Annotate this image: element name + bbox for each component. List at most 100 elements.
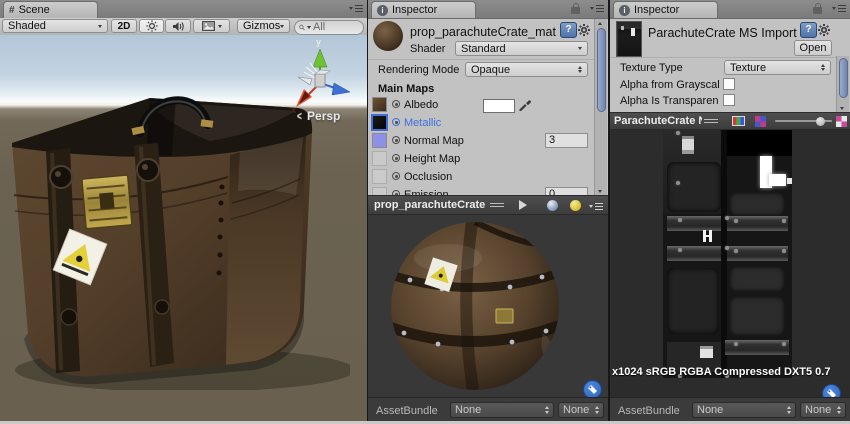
normal-map-label: Normal Map (404, 135, 464, 147)
assetbundle-dropdown[interactable]: None (450, 402, 554, 418)
scene-search-field[interactable] (294, 20, 364, 35)
scene-toolbar: Shaded 2D Gizmos (0, 18, 367, 36)
mip-level-slider-knob[interactable] (816, 117, 825, 126)
brass-plate (82, 175, 132, 229)
scrollbar-thumb[interactable] (597, 28, 606, 112)
normal-map-value-field[interactable]: 3 (545, 133, 588, 148)
material-preview-title: prop_parachuteCrate (374, 199, 485, 211)
tab-scene[interactable]: # Scene (3, 1, 98, 18)
tab-inspector-label: Inspector (392, 4, 437, 16)
metallic-label: Metallic (404, 117, 441, 129)
persp-label: Persp (307, 109, 340, 123)
material-assetbundle-bar: AssetBundle None None (368, 397, 608, 424)
lock-icon[interactable] (813, 7, 822, 14)
alpha-checker-icon[interactable] (836, 116, 847, 127)
tab-inspector-material[interactable]: i Inspector (371, 1, 476, 18)
gizmos-dropdown[interactable]: Gizmos (237, 19, 290, 33)
shading-mode-dropdown[interactable]: Shaded (2, 19, 108, 33)
help-icon[interactable]: ? (800, 22, 817, 38)
scroll-down-icon[interactable] (598, 190, 602, 193)
open-button[interactable]: Open (794, 40, 832, 56)
metallic-texture-thumbnail[interactable] (372, 115, 387, 130)
orientation-gizmo[interactable] (286, 41, 358, 119)
pane-menu-icon[interactable] (349, 5, 363, 12)
tab-inspector-label: Inspector (634, 4, 679, 16)
material-preview-area[interactable] (368, 213, 608, 398)
texture-assetbundle-bar: AssetBundle None None (610, 397, 850, 424)
rgb-channels-icon[interactable] (732, 116, 745, 126)
alpha-from-grayscale-label: Alpha from Grayscal (620, 79, 720, 91)
pane-menu-icon[interactable] (832, 5, 846, 12)
assetbundle-variant-dropdown[interactable]: None (800, 402, 846, 418)
eyedropper-icon[interactable] (518, 98, 531, 111)
shader-dropdown[interactable]: Standard (455, 41, 588, 56)
perspective-toggle[interactable]: < Persp (296, 109, 340, 123)
gear-icon[interactable] (817, 23, 831, 37)
lighting-toggle-button[interactable] (139, 19, 164, 33)
texture-type-dropdown[interactable]: Texture (724, 60, 831, 75)
2d-toggle-button[interactable]: 2D (111, 19, 137, 33)
material-preview-thumbnail[interactable] (373, 21, 403, 51)
texture-preview-title: ParachuteCrate N (614, 115, 702, 127)
mipmap-checker-icon[interactable] (755, 116, 766, 127)
assetbundle-label: AssetBundle (376, 405, 438, 417)
normal-map-object-picker-icon[interactable] (392, 136, 400, 144)
texture-inspector-tabbar: i Inspector (610, 0, 850, 19)
drag-handle-icon[interactable] (490, 203, 504, 208)
texture-type-label: Texture Type (620, 62, 683, 74)
texture-inspector-scrollbar[interactable] (836, 56, 849, 112)
info-icon: i (619, 5, 630, 16)
albedo-texture-thumbnail[interactable] (372, 97, 387, 112)
sun-icon (146, 20, 158, 32)
sphere-preview-icon[interactable] (547, 200, 558, 211)
effects-dropdown-button[interactable] (193, 19, 230, 33)
texture-preview-header[interactable]: ParachuteCrate N (610, 112, 850, 130)
tab-scene-label: Scene (19, 4, 50, 16)
occlusion-texture-thumbnail[interactable] (372, 169, 387, 184)
normal-map-texture-thumbnail[interactable] (372, 133, 387, 148)
pane-menu-icon[interactable] (590, 5, 604, 12)
material-inspector-panel: i Inspector prop_parachuteCrate_mat ? Sh… (368, 0, 608, 424)
tab-inspector-texture[interactable]: i Inspector (613, 1, 718, 18)
axis-y-label: y (316, 37, 321, 47)
material-preview-sphere (368, 213, 608, 398)
audio-toggle-button[interactable] (165, 19, 191, 33)
material-name: prop_parachuteCrate_mat (410, 25, 556, 39)
assetbundle-dropdown[interactable]: None (692, 402, 796, 418)
gear-icon[interactable] (577, 23, 591, 37)
info-icon: i (377, 5, 388, 16)
drag-handle-icon[interactable] (704, 119, 718, 124)
albedo-object-picker-icon[interactable] (392, 100, 400, 108)
occlusion-object-picker-icon[interactable] (392, 172, 400, 180)
rendering-mode-dropdown[interactable]: Opaque (465, 62, 588, 77)
scroll-down-icon[interactable] (840, 107, 844, 110)
scroll-up-icon[interactable] (598, 22, 602, 25)
assetbundle-variant-dropdown[interactable]: None (558, 402, 604, 418)
texture-info-text: x1024 sRGB RGBA Compressed DXT5 0.7 (612, 366, 830, 378)
gizmo-y-axis (313, 49, 327, 67)
preview-menu-icon[interactable] (589, 203, 603, 210)
speaker-icon (172, 21, 185, 32)
lock-icon[interactable] (571, 7, 580, 14)
albedo-color-swatch[interactable] (483, 99, 515, 113)
scene-tabbar: # Scene (0, 0, 367, 19)
height-map-object-picker-icon[interactable] (392, 154, 400, 162)
alpha-is-transparent-checkbox[interactable] (723, 94, 735, 106)
help-icon[interactable]: ? (560, 22, 577, 38)
scrollbar-thumb[interactable] (839, 58, 848, 98)
play-preview-icon[interactable] (519, 200, 527, 210)
scene-viewport[interactable]: y x < Persp (0, 35, 367, 421)
material-inspector-scrollbar[interactable] (594, 19, 607, 196)
search-filter-arrow[interactable] (307, 26, 311, 29)
metallic-object-picker-icon[interactable] (392, 118, 400, 126)
material-preview-header[interactable]: prop_parachuteCrate (368, 195, 608, 215)
light-preview-icon[interactable] (570, 200, 581, 211)
texture-asset-name: ParachuteCrate MS Import (648, 26, 797, 40)
alpha-from-grayscale-checkbox[interactable] (723, 78, 735, 90)
texture-preview-image (663, 128, 792, 378)
search-input[interactable] (313, 21, 357, 33)
texture-preview-area[interactable]: x1024 sRGB RGBA Compressed DXT5 0.7 (610, 128, 850, 398)
texture-preview-thumbnail[interactable] (616, 21, 642, 57)
assetbundle-label: AssetBundle (618, 405, 680, 417)
height-map-texture-thumbnail[interactable] (372, 151, 387, 166)
